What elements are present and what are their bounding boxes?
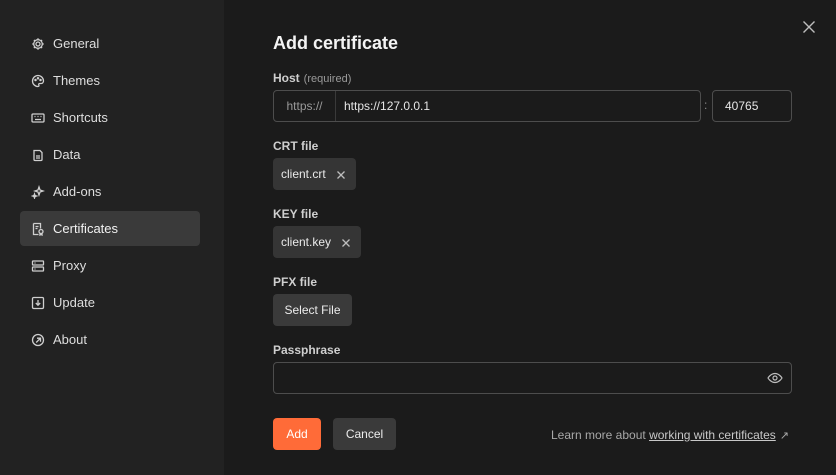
- crt-file-label: CRT file: [273, 139, 319, 153]
- sidebar-item-label: About: [53, 332, 87, 347]
- info-icon: [31, 333, 45, 347]
- sidebar-item-themes[interactable]: Themes: [20, 63, 200, 98]
- key-file-chip: client.key: [273, 226, 362, 258]
- sidebar-item-add-ons[interactable]: Add-ons: [20, 174, 200, 209]
- key-file-label: KEY file: [273, 207, 319, 221]
- sidebar-item-label: Data: [53, 147, 81, 162]
- close-icon: [336, 171, 345, 179]
- port-input[interactable]: 40765: [712, 90, 792, 122]
- download-icon: [31, 296, 45, 310]
- host-label-text: Host: [273, 71, 300, 85]
- certificate-icon: [31, 222, 45, 236]
- required-hint: (required): [303, 73, 352, 85]
- sidebar-item-data[interactable]: Data: [20, 137, 200, 172]
- settings-nav: General Themes Shortcuts Data Add-ons Ce…: [20, 26, 200, 359]
- remove-crt-button[interactable]: [336, 169, 346, 179]
- server-icon: [31, 259, 45, 273]
- sidebar-item-label: Add-ons: [53, 184, 102, 199]
- certificates-docs-link[interactable]: working with certificates: [649, 428, 776, 442]
- external-link-icon: ↗: [779, 430, 789, 442]
- palette-icon: [31, 74, 45, 88]
- cancel-button[interactable]: Cancel: [333, 418, 396, 450]
- sidebar-item-label: Themes: [53, 73, 100, 88]
- close-button[interactable]: [800, 18, 818, 36]
- settings-sidebar: General Themes Shortcuts Data Add-ons Ce…: [0, 0, 224, 475]
- crt-file-name: client.crt: [281, 167, 326, 181]
- sidebar-item-label: General: [53, 36, 100, 51]
- passphrase-input[interactable]: [273, 362, 792, 394]
- sidebar-item-certificates[interactable]: Certificates: [20, 211, 200, 246]
- sidebar-item-label: Update: [53, 295, 95, 310]
- pfx-file-label: PFX file: [273, 275, 318, 289]
- remove-key-button[interactable]: [341, 237, 351, 247]
- host-input[interactable]: https:// https://127.0.0.1: [273, 90, 701, 122]
- sidebar-item-shortcuts[interactable]: Shortcuts: [20, 100, 200, 135]
- port-separator: :: [704, 98, 708, 112]
- keyboard-icon: [31, 111, 45, 125]
- crt-file-chip: client.crt: [273, 158, 356, 190]
- sidebar-item-label: Proxy: [53, 258, 87, 273]
- host-label: Host (required): [273, 71, 351, 85]
- select-file-button[interactable]: Select File: [273, 294, 352, 326]
- gear-icon: [31, 37, 45, 51]
- page-title: Add certificate: [273, 33, 399, 53]
- sidebar-item-update[interactable]: Update: [20, 285, 200, 320]
- passphrase-label: Passphrase: [273, 343, 341, 357]
- show-password-button[interactable]: [767, 371, 783, 385]
- close-icon: [803, 21, 815, 33]
- sidebar-item-general[interactable]: General: [20, 26, 200, 61]
- sidebar-item-about[interactable]: About: [20, 322, 200, 357]
- host-input-value: https://127.0.0.1: [344, 99, 431, 113]
- sparkles-icon: [31, 184, 45, 199]
- add-button[interactable]: Add: [273, 418, 321, 450]
- sidebar-item-label: Certificates: [53, 221, 119, 236]
- eye-icon: [767, 372, 783, 384]
- learn-more-prefix: Learn more about: [550, 428, 646, 442]
- key-file-name: client.key: [281, 235, 332, 249]
- learn-more-text: Learn more about working with certificat…: [551, 428, 789, 442]
- close-icon: [342, 239, 350, 247]
- sidebar-item-proxy[interactable]: Proxy: [20, 248, 200, 283]
- host-protocol-prefix: https://: [274, 91, 336, 121]
- database-icon: [31, 148, 45, 162]
- sidebar-item-label: Shortcuts: [53, 110, 108, 125]
